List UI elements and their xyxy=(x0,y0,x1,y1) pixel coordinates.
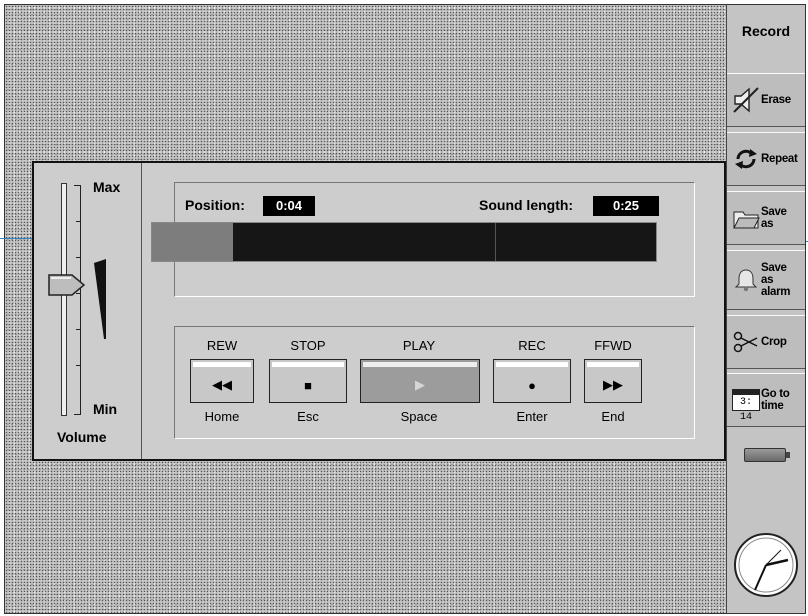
save-as-label: Save as xyxy=(761,206,787,230)
go-to-time-label: Go to time xyxy=(761,388,790,412)
calendar-time-text: 3: 14 xyxy=(732,394,760,423)
mute-speaker-icon xyxy=(731,83,761,117)
rewind-icon: ◀◀ xyxy=(212,377,232,392)
volume-scale xyxy=(74,185,81,415)
fast-forward-button[interactable]: ▶▶ xyxy=(584,359,642,403)
toolbar-title: Record xyxy=(741,23,791,39)
volume-max-label: Max xyxy=(93,179,121,195)
ffwd-key-hint: End xyxy=(601,409,625,424)
bell-icon xyxy=(731,263,761,297)
played-region xyxy=(152,223,233,261)
app-window: Record Erase Repeat Save as Save as alar… xyxy=(0,0,808,616)
position-value: 0:04 xyxy=(263,196,315,216)
stop-button[interactable]: ■ xyxy=(269,359,347,403)
save-as-alarm-button[interactable]: Save as alarm xyxy=(727,250,805,310)
rew-label: REW xyxy=(206,338,238,353)
stop-key-hint: Esc xyxy=(297,409,319,424)
scissors-icon xyxy=(731,325,761,359)
playhead-marker xyxy=(495,223,496,261)
volume-tick xyxy=(76,365,80,366)
calendar-time-icon: 3: 14 xyxy=(731,383,761,423)
volume-section: Max Min Volume xyxy=(34,163,142,459)
play-button[interactable]: ▶ xyxy=(360,359,480,403)
position-track[interactable] xyxy=(151,222,657,262)
position-label: Position: xyxy=(185,197,245,213)
crop-label: Crop xyxy=(761,336,787,348)
stop-label: STOP xyxy=(290,338,326,353)
folder-icon xyxy=(731,201,761,235)
rew-key-hint: Home xyxy=(204,409,240,424)
rec-label: REC xyxy=(518,338,546,353)
play-key-hint: Space xyxy=(400,409,438,424)
go-to-time-button[interactable]: 3: 14 Go to time xyxy=(727,373,805,427)
erase-button[interactable]: Erase xyxy=(727,73,805,127)
volume-tick xyxy=(76,329,80,330)
volume-slider-handle[interactable] xyxy=(48,274,88,296)
save-as-alarm-label: Save as alarm xyxy=(761,262,791,298)
ffwd-label: FFWD xyxy=(594,338,632,353)
sound-length-value: 0:25 xyxy=(593,196,659,216)
repeat-label: Repeat xyxy=(761,153,798,165)
fast-forward-icon: ▶▶ xyxy=(603,377,623,392)
toolbar: Record Erase Repeat Save as Save as alar… xyxy=(726,4,806,614)
battery-icon xyxy=(744,448,790,462)
repeat-icon xyxy=(731,142,761,176)
record-button[interactable]: ● xyxy=(493,359,571,403)
volume-slider-rail xyxy=(61,183,67,416)
sound-length-label: Sound length: xyxy=(479,197,574,213)
play-icon: ▶ xyxy=(415,377,425,392)
repeat-button[interactable]: Repeat xyxy=(727,132,805,186)
rewind-button[interactable]: ◀◀ xyxy=(190,359,254,403)
volume-tick xyxy=(76,221,80,222)
volume-label: Volume xyxy=(57,429,107,445)
clock-icon xyxy=(734,533,798,597)
volume-min-label: Min xyxy=(93,401,118,417)
erase-label: Erase xyxy=(761,94,791,106)
stop-icon: ■ xyxy=(304,377,312,393)
play-label: PLAY xyxy=(402,338,436,353)
volume-level-wedge xyxy=(94,259,106,339)
crop-button[interactable]: Crop xyxy=(727,315,805,369)
volume-tick xyxy=(76,257,80,258)
save-as-button[interactable]: Save as xyxy=(727,191,805,245)
rec-key-hint: Enter xyxy=(516,409,548,424)
record-icon: ● xyxy=(528,377,536,393)
